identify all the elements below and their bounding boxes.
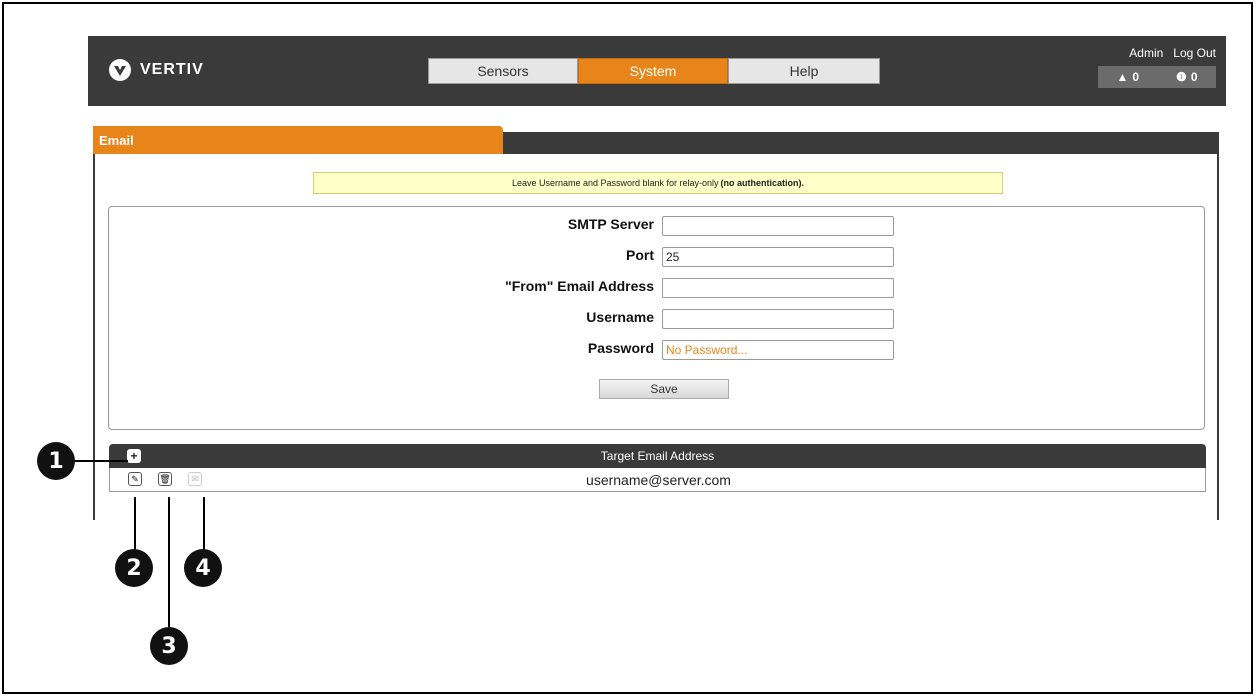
logout-link[interactable]: Log Out [1173,46,1216,60]
main-nav: Sensors System Help [428,58,880,84]
vertiv-logo-icon [109,59,131,81]
smtp-form: SMTP Server Port "From" Email Address Us… [108,206,1205,430]
app-screenshot: VERTIV Sensors System Help Admin Log Out… [88,36,1226,520]
callout-2: 2 [115,549,153,587]
email-panel: Email Leave Username and Password blank … [93,126,1219,520]
brand-logo[interactable]: VERTIV [108,58,204,82]
callout-1-line [74,460,128,462]
from-address-label: "From" Email Address [505,278,654,294]
alarm-icon: ❶ [1176,70,1187,84]
user-area: Admin Log Out ▲ 0 ❶ 0 [1098,46,1216,88]
port-label: Port [626,247,654,263]
smtp-server-label: SMTP Server [567,216,654,232]
callout-4: 4 [184,549,222,587]
panel-body: Leave Username and Password blank for re… [93,154,1219,520]
target-header-title: Target Email Address [600,449,715,463]
target-address: username@server.com [586,471,731,488]
tab-system[interactable]: System [578,58,728,84]
smtp-server-input[interactable] [662,216,894,236]
from-address-input[interactable] [662,278,894,298]
callout-1: 1 [37,442,75,480]
admin-link[interactable]: Admin [1129,46,1163,60]
brand-name: VERTIV [140,61,204,78]
password-label: Password [587,340,654,356]
tab-help[interactable]: Help [728,58,880,84]
password-input[interactable] [662,340,894,360]
top-bar: VERTIV Sensors System Help Admin Log Out… [88,36,1226,106]
warning-icon: ▲ [1116,70,1129,84]
tab-sensors[interactable]: Sensors [428,58,578,84]
callout-4-line [203,497,205,549]
callout-3-line [168,497,170,627]
username-input[interactable] [662,309,894,329]
port-input[interactable] [662,247,894,267]
warning-counter[interactable]: ▲ 0 [1116,70,1139,84]
username-label: Username [586,309,654,325]
callout-3: 3 [150,627,188,665]
panel-title: Email [93,126,503,154]
callout-2-line [134,497,136,549]
alarm-counter[interactable]: ❶ 0 [1176,70,1197,84]
relay-notice: Leave Username and Password blank for re… [313,172,1003,194]
save-button[interactable]: Save [599,379,729,399]
table-row: ✎ 🗑 ✉ username@server.com [109,468,1206,492]
alert-counters: ▲ 0 ❶ 0 [1098,66,1216,88]
target-table-header: + Target Email Address [109,444,1206,468]
